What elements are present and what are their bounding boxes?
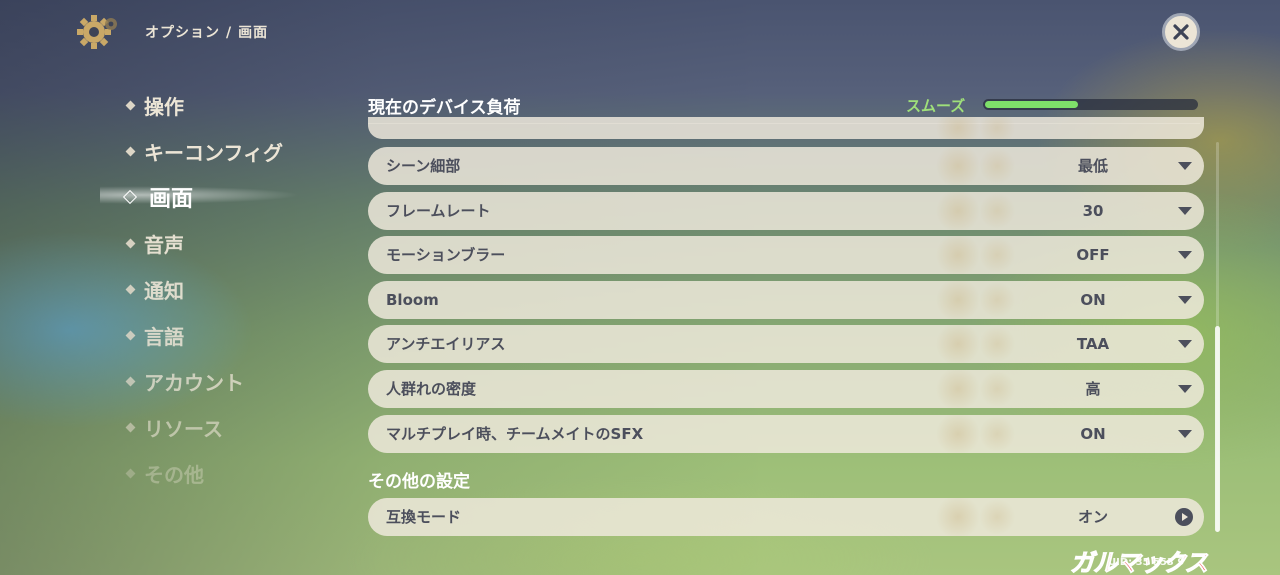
dropdown-arrow-icon[interactable] <box>1178 296 1192 304</box>
device-load-status: スムーズ <box>906 97 966 115</box>
watermark-logo: ガルマックス <box>1069 549 1208 575</box>
dropdown-arrow-icon[interactable] <box>1178 207 1192 215</box>
setting-label: アンチエイリアス <box>386 335 506 353</box>
sidebar-item-label: 言語 <box>144 325 184 349</box>
diamond-bullet-icon <box>125 376 136 387</box>
settings-row-partial <box>368 117 1204 139</box>
setting-row-anti-aliasing[interactable]: アンチエイリアス TAA <box>368 325 1204 363</box>
close-icon <box>1173 24 1189 40</box>
setting-row-bloom[interactable]: Bloom ON <box>368 281 1204 319</box>
sidebar-item-key-config[interactable]: キーコンフィグ <box>120 137 283 166</box>
sidebar-item-other[interactable]: その他 <box>120 459 204 488</box>
sidebar-item-controls[interactable]: 操作 <box>120 91 184 120</box>
other-settings-title: その他の設定 <box>368 472 470 492</box>
diamond-bullet-icon <box>125 100 136 111</box>
diamond-bullet-icon <box>125 468 136 479</box>
diamond-bullet-icon <box>125 284 136 295</box>
setting-row-motion-blur[interactable]: モーションブラー OFF <box>368 236 1204 274</box>
breadcrumb-separator: / <box>226 25 233 41</box>
setting-row-scene-detail[interactable]: シーン細部 最低 <box>368 147 1204 185</box>
setting-label: 人群れの密度 <box>386 380 477 398</box>
setting-row-crowd-density[interactable]: 人群れの密度 高 <box>368 370 1204 408</box>
setting-value: ON <box>1080 291 1106 309</box>
dropdown-arrow-icon[interactable] <box>1178 385 1192 393</box>
diamond-bullet-icon <box>122 189 138 205</box>
sidebar-item-graphics[interactable]: 画面 <box>120 181 193 213</box>
sidebar-item-language[interactable]: 言語 <box>120 321 184 350</box>
setting-row-compatibility-mode[interactable]: 互換モード オン <box>368 498 1204 536</box>
setting-label: モーションブラー <box>386 246 506 264</box>
dropdown-arrow-icon[interactable] <box>1178 430 1192 438</box>
breadcrumb-page: 画面 <box>238 25 269 41</box>
setting-label: 互換モード <box>386 508 462 526</box>
sidebar-item-account[interactable]: アカウント <box>120 367 244 396</box>
breadcrumb: オプション / 画面 <box>145 22 268 42</box>
device-load-meter-fill <box>985 101 1078 108</box>
setting-row-coop-teammate-sfx[interactable]: マルチプレイ時、チームメイトのSFX ON <box>368 415 1204 453</box>
sidebar-item-resources[interactable]: リソース <box>120 413 223 442</box>
diamond-bullet-icon <box>125 146 136 157</box>
close-button[interactable] <box>1162 13 1200 51</box>
breadcrumb-section: オプション <box>145 25 220 41</box>
sidebar-item-notifications[interactable]: 通知 <box>120 275 184 304</box>
gear-icon <box>76 12 120 52</box>
dropdown-arrow-icon[interactable] <box>1178 340 1192 348</box>
sidebar-item-label: アカウント <box>144 371 244 395</box>
setting-label: Bloom <box>386 291 439 309</box>
setting-value: TAA <box>1076 335 1110 353</box>
sidebar-item-audio[interactable]: 音声 <box>120 229 184 258</box>
dropdown-arrow-icon[interactable] <box>1178 251 1192 259</box>
sidebar-item-label: 操作 <box>144 95 184 119</box>
setting-label: マルチプレイ時、チームメイトのSFX <box>386 425 644 443</box>
sidebar-item-label: キーコンフィグ <box>144 141 283 165</box>
sidebar-item-label: 通知 <box>144 279 184 303</box>
diamond-bullet-icon <box>125 238 136 249</box>
arrow-right-icon[interactable] <box>1175 508 1193 526</box>
setting-label: シーン細部 <box>386 157 461 175</box>
sidebar-item-label: その他 <box>144 463 204 487</box>
setting-value: ON <box>1080 425 1106 443</box>
setting-value: 30 <box>1082 202 1104 220</box>
diamond-bullet-icon <box>125 422 136 433</box>
setting-label: フレームレート <box>386 202 491 220</box>
setting-value: 高 <box>1085 380 1101 398</box>
setting-value: 最低 <box>1077 157 1108 175</box>
setting-row-frame-rate[interactable]: フレームレート 30 <box>368 192 1204 230</box>
device-load-meter <box>983 99 1198 110</box>
setting-value: オン <box>1077 508 1108 526</box>
sidebar-item-label: リソース <box>144 417 223 441</box>
scrollbar-thumb[interactable] <box>1215 326 1220 532</box>
device-load-title: 現在のデバイス負荷 <box>368 98 521 118</box>
sidebar-item-label: 音声 <box>144 233 184 257</box>
dropdown-arrow-icon[interactable] <box>1178 162 1192 170</box>
diamond-bullet-icon <box>125 330 136 341</box>
sidebar-item-label: 画面 <box>149 187 194 212</box>
setting-value: OFF <box>1076 246 1110 264</box>
